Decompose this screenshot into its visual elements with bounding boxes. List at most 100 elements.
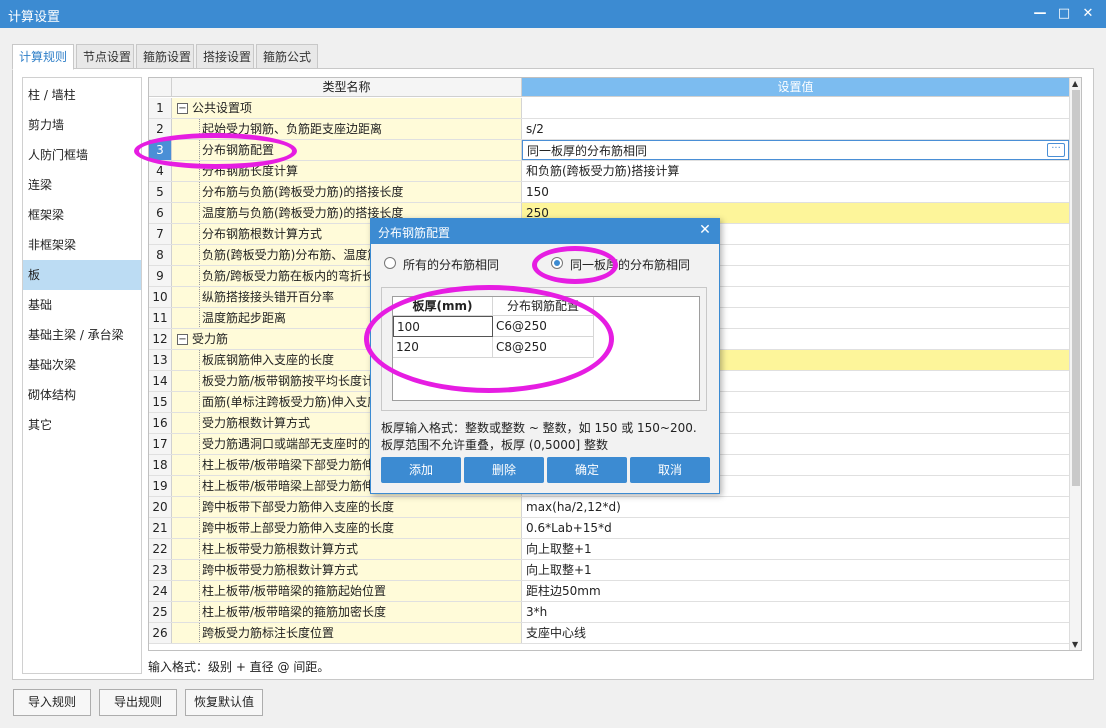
row-value-cell[interactable]: 距柱边50mm: [522, 581, 1069, 601]
row-name-label: 柱上板带/板带暗梁下部受力筋伸: [202, 458, 375, 472]
table-row[interactable]: 1− 公共设置项: [149, 98, 1069, 119]
ellipsis-button[interactable]: ···: [1047, 143, 1065, 157]
row-number[interactable]: 16: [149, 413, 172, 433]
table-row[interactable]: 5 分布筋与负筋(跨板受力筋)的搭接长度 150: [149, 182, 1069, 203]
sidebar-item-7[interactable]: 基础: [23, 290, 141, 320]
row-number[interactable]: 14: [149, 371, 172, 391]
row-value-cell[interactable]: max(ha/2,12*d): [522, 497, 1069, 517]
radio-same-thickness-label[interactable]: 同一板厚的分布筋相同: [570, 256, 690, 273]
row-value-cell[interactable]: [522, 98, 1069, 118]
minimize-button[interactable]: —: [1027, 3, 1053, 25]
tab-lap-settings[interactable]: 搭接设置: [196, 44, 254, 69]
table-row[interactable]: 23 跨中板带受力筋根数计算方式 向上取整+1: [149, 560, 1069, 581]
table-row[interactable]: 24 柱上板带/板带暗梁的箍筋起始位置 距柱边50mm: [149, 581, 1069, 602]
row-value-cell[interactable]: 同一板厚的分布筋相同 ···: [522, 140, 1069, 160]
sidebar-item-9[interactable]: 基础次梁: [23, 350, 141, 380]
sidebar-item-8[interactable]: 基础主梁 / 承台梁: [23, 320, 141, 350]
column-header-value[interactable]: 设置值: [522, 78, 1069, 97]
dialog-close-button[interactable]: ✕: [697, 222, 713, 240]
component-sidebar: 柱 / 墙柱 剪力墙 人防门框墙 连梁 框架梁 非框架梁板基础 基础主梁 / 承台梁 基础次梁…: [22, 77, 142, 674]
scroll-down-icon[interactable]: ▼: [1072, 640, 1078, 649]
column-header-name[interactable]: 类型名称: [172, 78, 522, 97]
row-value-cell[interactable]: 150: [522, 182, 1069, 202]
sidebar-item-5[interactable]: 非框架梁: [23, 230, 141, 260]
sidebar-item-6[interactable]: 板: [23, 260, 141, 290]
row-value-cell[interactable]: 向上取整+1: [522, 539, 1069, 559]
tree-line: [199, 140, 200, 160]
sidebar-item-3[interactable]: 连梁: [23, 170, 141, 200]
row-number[interactable]: 20: [149, 497, 172, 517]
row-value-cell[interactable]: 0.6*Lab+15*d: [522, 518, 1069, 538]
row-number[interactable]: 12: [149, 329, 172, 349]
row-number[interactable]: 3: [149, 140, 172, 160]
delete-button[interactable]: 删除: [464, 457, 544, 483]
row-number[interactable]: 21: [149, 518, 172, 538]
tree-line: [199, 602, 200, 622]
row-number[interactable]: 4: [149, 161, 172, 181]
sidebar-item-4[interactable]: 框架梁: [23, 200, 141, 230]
row-value-cell[interactable]: 向上取整+1: [522, 560, 1069, 580]
collapse-toggle-icon[interactable]: −: [177, 103, 188, 114]
add-button[interactable]: 添加: [381, 457, 461, 483]
collapse-toggle-icon[interactable]: −: [177, 334, 188, 345]
cell-thickness-1[interactable]: 100: [393, 316, 493, 337]
sidebar-item-2[interactable]: 人防门框墙: [23, 140, 141, 170]
row-number[interactable]: 24: [149, 581, 172, 601]
tab-stirrup-formula[interactable]: 箍筋公式: [256, 44, 318, 69]
tab-node-settings[interactable]: 节点设置: [76, 44, 134, 69]
scroll-up-icon[interactable]: ▲: [1072, 79, 1078, 88]
radio-all-same-label[interactable]: 所有的分布筋相同: [403, 256, 499, 273]
sidebar-item-1[interactable]: 剪力墙: [23, 110, 141, 140]
row-value-cell[interactable]: 支座中心线: [522, 623, 1069, 643]
row-number[interactable]: 2: [149, 119, 172, 139]
import-rules-button[interactable]: 导入规则: [13, 689, 91, 716]
table-row[interactable]: 22 柱上板带受力筋根数计算方式 向上取整+1: [149, 539, 1069, 560]
row-number[interactable]: 17: [149, 434, 172, 454]
export-rules-button[interactable]: 导出规则: [99, 689, 177, 716]
row-number[interactable]: 22: [149, 539, 172, 559]
tab-stirrup-settings[interactable]: 箍筋设置: [136, 44, 194, 69]
row-number[interactable]: 11: [149, 308, 172, 328]
scrollbar-thumb[interactable]: [1072, 90, 1080, 486]
row-number[interactable]: 26: [149, 623, 172, 643]
row-number[interactable]: 10: [149, 287, 172, 307]
table-row[interactable]: 4 分布钢筋长度计算 和负筋(跨板受力筋)搭接计算: [149, 161, 1069, 182]
grid-vertical-scrollbar[interactable]: ▲ ▼: [1069, 78, 1081, 650]
row-number[interactable]: 1: [149, 98, 172, 118]
row-value-cell[interactable]: s/2: [522, 119, 1069, 139]
sidebar-item-10[interactable]: 砌体结构: [23, 380, 141, 410]
row-number[interactable]: 5: [149, 182, 172, 202]
row-number[interactable]: 7: [149, 224, 172, 244]
table-row[interactable]: 25 柱上板带/板带暗梁的箍筋加密长度 3*h: [149, 602, 1069, 623]
row-number[interactable]: 18: [149, 455, 172, 475]
radio-same-thickness[interactable]: [551, 257, 563, 269]
row-name-label: 分布钢筋配置: [202, 143, 275, 157]
confirm-button[interactable]: 确定: [547, 457, 627, 483]
row-number[interactable]: 13: [149, 350, 172, 370]
row-number[interactable]: 19: [149, 476, 172, 496]
cancel-button[interactable]: 取消: [630, 457, 710, 483]
row-number[interactable]: 6: [149, 203, 172, 223]
cell-rebar-2[interactable]: C8@250: [493, 337, 594, 358]
row-number[interactable]: 15: [149, 392, 172, 412]
cell-rebar-1[interactable]: C6@250: [493, 316, 594, 337]
sidebar-item-11[interactable]: 其它: [23, 410, 141, 440]
row-number[interactable]: 8: [149, 245, 172, 265]
row-number[interactable]: 25: [149, 602, 172, 622]
row-number[interactable]: 9: [149, 266, 172, 286]
row-number[interactable]: 23: [149, 560, 172, 580]
table-row[interactable]: 21 跨中板带上部受力筋伸入支座的长度 0.6*Lab+15*d: [149, 518, 1069, 539]
restore-defaults-button[interactable]: 恢复默认值: [185, 689, 263, 716]
table-row[interactable]: 26 跨板受力筋标注长度位置 支座中心线: [149, 623, 1069, 644]
cell-thickness-2[interactable]: 120: [393, 337, 493, 358]
row-value-cell[interactable]: 3*h: [522, 602, 1069, 622]
table-row[interactable]: 3 分布钢筋配置 同一板厚的分布筋相同 ···: [149, 140, 1069, 161]
maximize-button[interactable]: □: [1051, 3, 1077, 25]
close-window-button[interactable]: ✕: [1075, 3, 1101, 25]
table-row[interactable]: 20 跨中板带下部受力筋伸入支座的长度 max(ha/2,12*d): [149, 497, 1069, 518]
tab-calc-rules[interactable]: 计算规则: [12, 44, 74, 70]
row-value-cell[interactable]: 和负筋(跨板受力筋)搭接计算: [522, 161, 1069, 181]
table-row[interactable]: 2 起始受力钢筋、负筋距支座边距离 s/2: [149, 119, 1069, 140]
sidebar-item-0[interactable]: 柱 / 墙柱: [23, 80, 141, 110]
radio-all-same[interactable]: [384, 257, 396, 269]
